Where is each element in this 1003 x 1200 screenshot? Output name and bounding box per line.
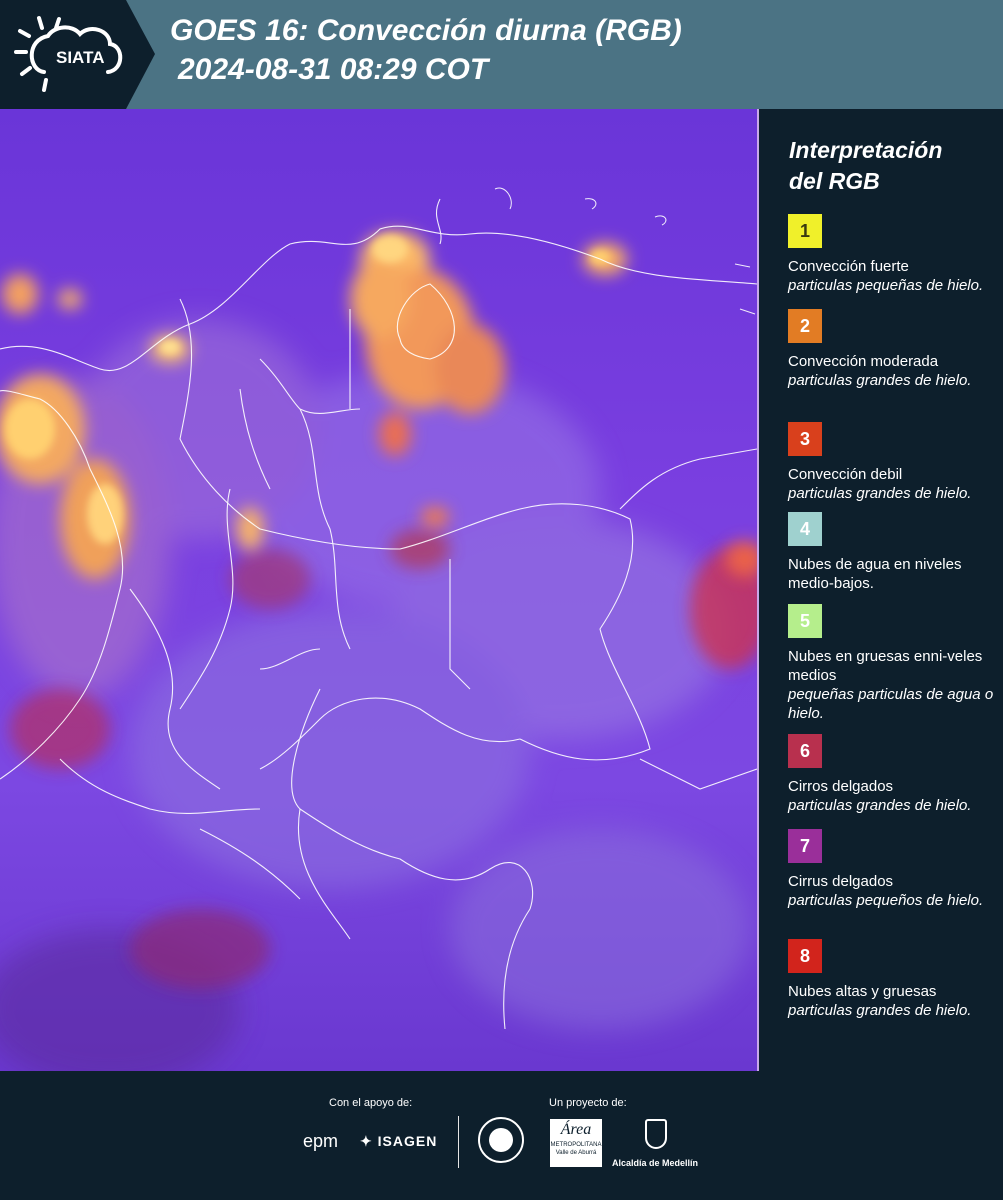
svg-text:SIATA: SIATA bbox=[56, 48, 104, 67]
alcaldia-shield-icon bbox=[645, 1119, 667, 1149]
legend-item-4: 4 Nubes de agua en niveles medio-bajos. bbox=[788, 512, 998, 593]
legend-item-1: 1 Convección fuerte particulas pequeñas … bbox=[788, 214, 998, 295]
legend-description: particulas pequeñas de hielo. bbox=[788, 277, 984, 294]
legend-panel: Interpretación del RGB 1 Convección fuer… bbox=[759, 109, 1003, 1071]
legend-item-3: 3 Convección debil particulas grandes de… bbox=[788, 422, 998, 503]
legend-description: pequeñas particulas de agua o hielo. bbox=[788, 686, 994, 722]
legend-description: particulas grandes de hielo. bbox=[788, 485, 972, 502]
area-metropolitana-logo: Área METROPOLITANA Valle de Aburrá bbox=[550, 1119, 602, 1167]
legend-label: Convección fuerte bbox=[788, 258, 909, 275]
legend-swatch: 3 bbox=[788, 422, 822, 456]
isagen-logo: ✦ ISAGEN bbox=[360, 1133, 438, 1149]
legend-label: Cirrus delgados bbox=[788, 873, 894, 890]
satellite-map[interactable] bbox=[0, 109, 757, 1071]
footer: Con el apoyo de: Un proyecto de: epm ✦ I… bbox=[0, 1071, 1003, 1200]
legend-swatch: 8 bbox=[788, 939, 822, 973]
legend-label: Nubes de agua en niveles medio-bajos. bbox=[788, 556, 962, 592]
map-imagery bbox=[0, 187, 757, 1071]
page-title: GOES 16: Convección diurna (RGB) bbox=[170, 14, 682, 47]
legend-swatch: 4 bbox=[788, 512, 822, 546]
epm-logo: epm bbox=[303, 1131, 339, 1151]
legend-swatch: 2 bbox=[788, 309, 822, 343]
project-label: Un proyecto de: bbox=[549, 1097, 627, 1109]
legend-label: Cirros delgados bbox=[788, 778, 894, 795]
support-label: Con el apoyo de: bbox=[329, 1097, 413, 1109]
legend-item-7: 7 Cirrus delgados particulas pequeños de… bbox=[788, 829, 998, 910]
legend-item-6: 6 Cirros delgados particulas grandes de … bbox=[788, 734, 998, 815]
legend-item-8: 8 Nubes altas y gruesas particulas grand… bbox=[788, 939, 998, 1020]
legend-swatch: 5 bbox=[788, 604, 822, 638]
timestamp: 2024-08-31 08:29 COT bbox=[178, 53, 489, 86]
legend-item-2: 2 Convección moderada particulas grandes… bbox=[788, 309, 998, 390]
alcaldia-label: Alcaldía de Medellín bbox=[612, 1158, 699, 1168]
header-bar: SIATA GOES 16: Convección diurna (RGB) 2… bbox=[0, 0, 1003, 109]
legend-label: Nubes en gruesas enni-veles medios bbox=[788, 648, 983, 684]
legend-label: Nubes altas y gruesas bbox=[788, 983, 937, 1000]
legend-item-5: 5 Nubes en gruesas enni-veles medios peq… bbox=[788, 604, 998, 723]
legend-label: Convección moderada bbox=[788, 353, 939, 370]
siata-logo: SIATA bbox=[0, 0, 155, 109]
legend-description: particulas grandes de hielo. bbox=[788, 797, 972, 814]
footer-divider bbox=[458, 1116, 459, 1168]
legend-description: particulas grandes de hielo. bbox=[788, 1002, 972, 1019]
sun-cloud-icon: SIATA bbox=[14, 16, 123, 92]
seal-icon bbox=[478, 1117, 524, 1163]
legend-description: particulas pequeños de hielo. bbox=[788, 892, 984, 909]
legend-title: Interpretación del RGB bbox=[789, 137, 943, 194]
isagen-icon: ✦ bbox=[360, 1133, 373, 1149]
legend-swatch: 6 bbox=[788, 734, 822, 768]
legend-swatch: 7 bbox=[788, 829, 822, 863]
legend-swatch: 1 bbox=[788, 214, 822, 248]
legend-label: Convección debil bbox=[788, 466, 903, 483]
legend-description: particulas grandes de hielo. bbox=[788, 372, 972, 389]
